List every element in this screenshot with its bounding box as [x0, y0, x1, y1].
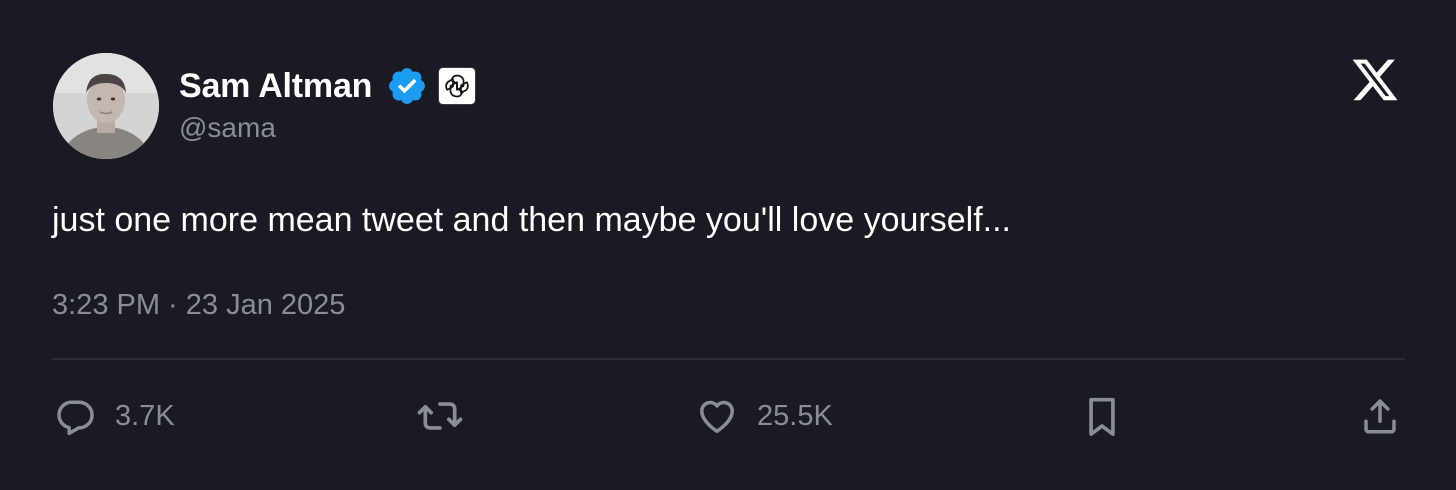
tweet-text: just one more mean tweet and then maybe …	[52, 201, 1012, 239]
bookmark-button[interactable]	[1082, 394, 1122, 438]
user-handle[interactable]: @sama	[179, 110, 276, 146]
display-name[interactable]: Sam Altman	[179, 64, 372, 108]
reply-count: 3.7K	[115, 400, 175, 432]
name-row: Sam Altman	[179, 64, 477, 108]
avatar-photo	[53, 53, 159, 159]
retweet-icon	[415, 394, 465, 438]
bookmark-icon	[1082, 394, 1122, 438]
avatar[interactable]	[53, 53, 159, 159]
openai-logo-icon[interactable]	[438, 67, 477, 105]
divider	[52, 358, 1405, 360]
heart-icon	[695, 394, 739, 438]
share-button[interactable]	[1359, 394, 1401, 438]
tweet-card: Sam Altman @sama just one more mean twee…	[0, 0, 1456, 490]
share-icon	[1359, 394, 1401, 438]
like-button[interactable]: 25.5K	[695, 394, 833, 438]
reply-button[interactable]: 3.7K	[53, 394, 175, 438]
like-count: 25.5K	[757, 400, 833, 432]
retweet-button[interactable]	[415, 394, 465, 438]
tweet-timestamp[interactable]: 3:23 PM · 23 Jan 2025	[52, 285, 345, 325]
reply-icon	[53, 394, 97, 438]
x-logo-icon[interactable]	[1350, 57, 1400, 105]
verified-badge-icon	[386, 65, 428, 107]
